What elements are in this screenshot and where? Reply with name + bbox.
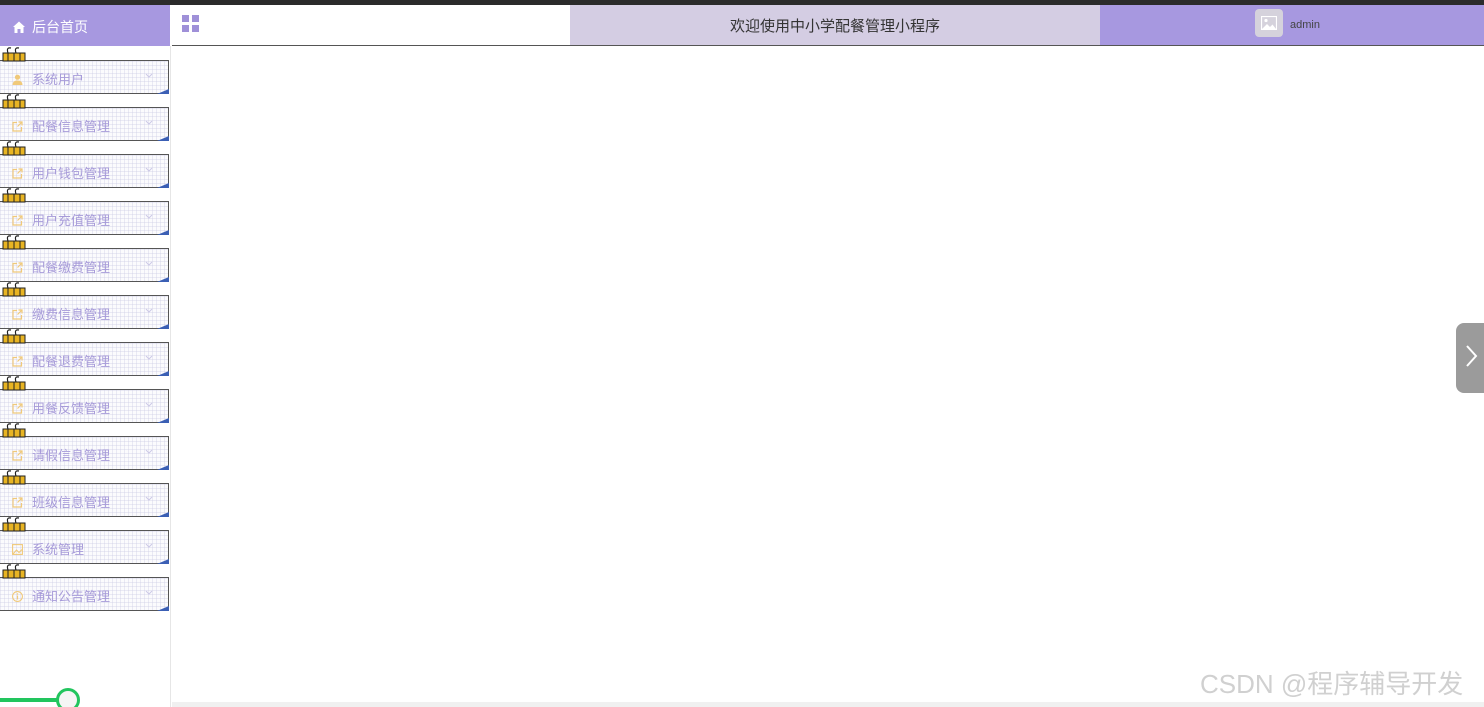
avatar[interactable] [1255, 9, 1283, 37]
chevron-down-icon [145, 489, 153, 501]
sidebar-item-meal-payment[interactable]: 配餐缴费管理 [0, 235, 169, 282]
home-button[interactable]: 后台首页 [0, 5, 170, 48]
binder-clip-icon [2, 47, 26, 63]
page-title-bar: 欢迎使用中小学配餐管理小程序 [570, 5, 1100, 46]
menu-card [0, 60, 169, 94]
page-title: 欢迎使用中小学配餐管理小程序 [729, 17, 940, 35]
sidebar: 系统用户 配餐信息管理 用户钱包管理 用户充值管理 配餐缴费管理 缴费信息管理 [0, 46, 171, 707]
sidebar-item-payment-info[interactable]: 缴费信息管理 [0, 282, 169, 329]
binder-clip-icon [2, 470, 26, 486]
external-link-icon [12, 354, 23, 367]
binder-clip-icon [2, 423, 26, 439]
sidebar-item-label: 通知公告管理 [32, 589, 111, 604]
sidebar-item-label: 系统管理 [32, 542, 85, 557]
chevron-down-icon [145, 113, 153, 125]
image-placeholder-icon [1261, 16, 1277, 30]
sidebar-item-user-wallet[interactable]: 用户钱包管理 [0, 141, 169, 188]
sidebar-item-label: 配餐信息管理 [32, 119, 111, 134]
sidebar-item-meal-info[interactable]: 配餐信息管理 [0, 94, 169, 141]
chevron-down-icon [145, 442, 153, 454]
external-link-icon [12, 401, 23, 414]
user-area: admin [1100, 5, 1484, 46]
sidebar-item-system-management[interactable]: 系统管理 [0, 517, 169, 564]
sidebar-item-label: 缴费信息管理 [32, 307, 111, 322]
sidebar-item-label: 用户钱包管理 [32, 166, 111, 181]
external-link-icon [12, 119, 23, 132]
sidebar-item-label: 系统用户 [32, 72, 85, 87]
home-icon [12, 20, 26, 34]
grid-menu-icon[interactable] [182, 15, 199, 32]
home-button-label: 后台首页 [32, 18, 88, 35]
binder-clip-icon [2, 329, 26, 345]
watermark: CSDN @程序辅导开发 [1200, 669, 1464, 699]
chevron-down-icon [145, 348, 153, 360]
sidebar-item-class-info[interactable]: 班级信息管理 [0, 470, 169, 517]
chevron-down-icon [145, 66, 153, 78]
user-icon [12, 72, 23, 85]
binder-clip-icon [2, 517, 26, 533]
sidebar-item-notice-management[interactable]: 通知公告管理 [0, 564, 169, 611]
header: 后台首页 欢迎使用中小学配餐管理小程序 admin [0, 5, 1484, 48]
sidebar-item-leave-info[interactable]: 请假信息管理 [0, 423, 169, 470]
menu-card [0, 530, 169, 564]
chevron-down-icon [145, 301, 153, 313]
chevron-down-icon [145, 160, 153, 172]
external-link-icon [12, 448, 23, 461]
slider-track [0, 698, 62, 702]
sidebar-item-label: 配餐退费管理 [32, 354, 111, 369]
chevron-down-icon [145, 395, 153, 407]
chevron-down-icon [145, 254, 153, 266]
slider-knob[interactable] [56, 688, 80, 707]
external-link-icon [12, 166, 23, 179]
binder-clip-icon [2, 564, 26, 580]
external-link-icon [12, 495, 23, 508]
picture-icon [12, 542, 23, 555]
username[interactable]: admin [1290, 19, 1320, 31]
bottom-divider [172, 702, 1484, 707]
external-link-icon [12, 213, 23, 226]
side-panel-toggle[interactable] [1456, 323, 1484, 393]
binder-clip-icon [2, 282, 26, 298]
sidebar-item-label: 用餐反馈管理 [32, 401, 111, 416]
sidebar-item-meal-feedback[interactable]: 用餐反馈管理 [0, 376, 169, 423]
chevron-down-icon [145, 583, 153, 595]
chevron-down-icon [145, 536, 153, 548]
binder-clip-icon [2, 235, 26, 251]
sidebar-item-label: 请假信息管理 [32, 448, 111, 463]
sidebar-item-user-recharge[interactable]: 用户充值管理 [0, 188, 169, 235]
binder-clip-icon [2, 188, 26, 204]
external-link-icon [12, 307, 23, 320]
chevron-down-icon [145, 207, 153, 219]
binder-clip-icon [2, 376, 26, 392]
sidebar-item-label: 用户充值管理 [32, 213, 111, 228]
sidebar-item-label: 配餐缴费管理 [32, 260, 111, 275]
binder-clip-icon [2, 94, 26, 110]
external-link-icon [12, 260, 23, 273]
chevron-right-icon [1464, 344, 1478, 373]
toolbar-left [172, 5, 570, 46]
sidebar-item-system-users[interactable]: 系统用户 [0, 47, 169, 94]
binder-clip-icon [2, 141, 26, 157]
sidebar-item-meal-refund[interactable]: 配餐退费管理 [0, 329, 169, 376]
info-icon [12, 589, 23, 602]
sidebar-item-label: 班级信息管理 [32, 495, 111, 510]
